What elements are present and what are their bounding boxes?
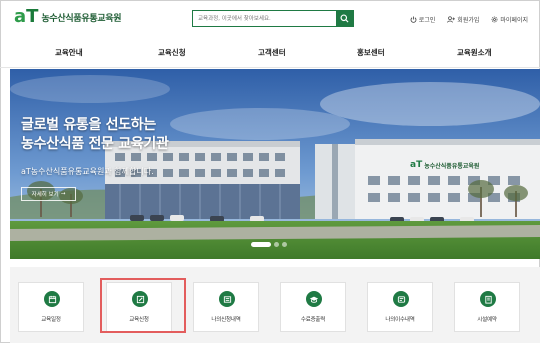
quick-card-certificate-print[interactable]: 수료증출력 <box>280 282 346 332</box>
building-sign-text: 농수산식품유통교육원 <box>424 163 480 170</box>
logo-mark-a: a <box>14 6 27 27</box>
login-label: 로그인 <box>418 17 436 24</box>
calendar-icon <box>44 291 60 307</box>
mypage-link[interactable]: 마이페이지 <box>491 15 528 24</box>
login-link[interactable]: 로그인 <box>410 15 436 24</box>
quick-card-my-applications[interactable]: 나의신청내역 <box>193 282 259 332</box>
main-nav: 교육안내 교육신청 고객센터 홍보센터 교육원소개 <box>0 38 540 68</box>
site-header: aT 농수산식품유통교육원 로그인 회원가입 <box>0 0 540 38</box>
search-button[interactable] <box>336 11 353 26</box>
hero-title: 글로벌 유통을 선도하는 농수산식품 전문 교육기관 <box>21 116 169 154</box>
search-box <box>192 10 354 27</box>
logo-mark: aT <box>14 8 38 26</box>
search-icon <box>340 14 349 23</box>
search-input[interactable] <box>193 11 336 26</box>
site-logo[interactable]: aT 농수산식품유통교육원 <box>14 8 122 26</box>
slider-pagination <box>251 242 287 247</box>
quick-card-facility-booking[interactable]: 시설예약 <box>454 282 520 332</box>
quick-card-label: 시설예약 <box>477 317 497 323</box>
header-utils: 로그인 회원가입 마이페이지 <box>410 15 528 24</box>
building-sign-mark: aT <box>410 160 423 170</box>
gear-icon <box>491 16 498 23</box>
nav-item-education-apply[interactable]: 교육신청 <box>158 47 186 58</box>
hero-subtitle: aT농수산식품유통교육원과 함께합니다. <box>21 167 154 176</box>
graduation-cap-icon <box>306 291 322 307</box>
user-add-icon <box>447 16 456 23</box>
logo-mark-t: T <box>26 6 39 27</box>
highlight-box <box>100 278 186 333</box>
certificate-icon <box>393 291 409 307</box>
nav-item-about[interactable]: 교육원소개 <box>457 47 492 58</box>
hero-title-line-1: 글로벌 유통을 선도하는 <box>21 117 156 133</box>
power-icon <box>410 16 417 23</box>
building-sign: aT 농수산식품유통교육원 <box>410 160 480 171</box>
slider-dot-2[interactable] <box>274 242 279 247</box>
quick-card-label: 나의신청내역 <box>211 317 241 323</box>
quick-menu: 교육일정 교육신청 나의신청내역 수료증출력 나의이수내역 시설예약 <box>10 267 540 343</box>
quick-card-my-completions[interactable]: 나의이수내역 <box>367 282 433 332</box>
quick-card-label: 나의이수내역 <box>385 317 415 323</box>
quick-card-label: 수료증출력 <box>300 317 326 323</box>
quick-card-label: 교육일정 <box>41 317 61 323</box>
building-icon <box>480 291 496 307</box>
signup-link[interactable]: 회원가입 <box>447 15 479 24</box>
slider-dot-3[interactable] <box>282 242 287 247</box>
hero-title-line-2: 농수산식품 전문 교육기관 <box>21 136 169 152</box>
list-icon <box>219 291 235 307</box>
nav-item-education-info[interactable]: 교육안내 <box>55 47 83 58</box>
hero-banner: aT 농수산식품유통교육원 글로벌 유통을 선도하는 농수산식품 전문 교육기관… <box>10 69 540 259</box>
quick-card-schedule[interactable]: 교육일정 <box>18 282 84 332</box>
hero-more-button[interactable]: 자세히 보기 → <box>21 187 76 201</box>
signup-label: 회원가입 <box>457 17 480 24</box>
hero-more-label: 자세히 보기 <box>31 192 59 198</box>
slider-dot-1[interactable] <box>251 242 271 247</box>
logo-text: 농수산식품유통교육원 <box>41 14 122 24</box>
mypage-label: 마이페이지 <box>500 17 528 24</box>
arrow-right-icon: → <box>60 191 66 197</box>
nav-item-customer-center[interactable]: 고객센터 <box>258 47 286 58</box>
nav-item-pr-center[interactable]: 홍보센터 <box>357 47 385 58</box>
